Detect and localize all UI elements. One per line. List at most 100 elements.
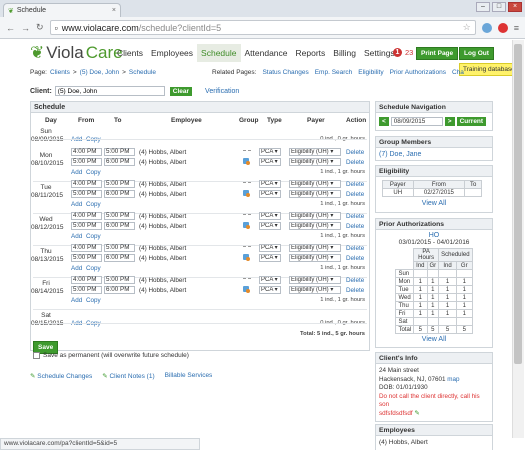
group-member-link[interactable]: (7) Doe, Jane <box>376 148 492 161</box>
delete-link[interactable]: Delete <box>346 277 364 284</box>
to-time-input[interactable]: 6:00 PM <box>104 254 135 262</box>
clear-button[interactable]: Clear <box>169 86 193 96</box>
employee-name[interactable]: (4) Hobbs, Albert <box>139 287 186 294</box>
forward-icon[interactable]: → <box>21 23 30 33</box>
add-link[interactable]: Add <box>71 169 82 176</box>
to-time-input[interactable]: 5:00 PM <box>104 148 135 156</box>
type-select[interactable]: PCA ▾ <box>259 190 281 198</box>
employee-name[interactable]: (4) Hobbs, Albert <box>139 213 186 220</box>
employee-name[interactable]: (4) Hobbs, Albert <box>139 181 186 188</box>
copy-link[interactable]: Copy <box>86 201 101 208</box>
type-select[interactable]: PCA ▾ <box>259 254 281 262</box>
delete-link[interactable]: Delete <box>346 159 364 166</box>
type-select[interactable]: PCA ▾ <box>259 148 281 156</box>
print-page-button[interactable]: Print Page <box>416 47 459 60</box>
related-prior-authorizations[interactable]: Prior Authorizations <box>390 69 446 76</box>
employee-name[interactable]: (4) Hobbs, Albert <box>139 191 186 198</box>
delete-link[interactable]: Delete <box>346 149 364 156</box>
log-out-button[interactable]: Log Out <box>459 47 494 60</box>
nav-attendance[interactable]: Attendance <box>241 44 292 62</box>
map-link[interactable]: map <box>447 376 459 383</box>
add-link[interactable]: Add <box>71 233 82 240</box>
type-select[interactable]: PCA ▾ <box>259 286 281 294</box>
type-select[interactable]: PCA ▾ <box>259 158 281 166</box>
billable-services-link[interactable]: Billable Services <box>165 372 213 380</box>
to-time-input[interactable]: 6:00 PM <box>104 286 135 294</box>
breadcrumb-schedule[interactable]: Schedule <box>129 69 156 76</box>
nav-reports[interactable]: Reports <box>292 44 330 62</box>
pencil-icon[interactable]: ✎ <box>414 410 419 417</box>
employee-name[interactable]: (4) Hobbs, Albert <box>139 277 186 284</box>
minimize-icon[interactable]: – <box>476 2 490 12</box>
delete-link[interactable]: Delete <box>346 287 364 294</box>
eligibility-view-all-link[interactable]: View All <box>422 200 446 207</box>
schedule-date-input[interactable]: 08/09/2015 <box>390 117 443 126</box>
employee-name[interactable]: (4) Hobbs, Albert <box>139 149 186 156</box>
delete-link[interactable]: Delete <box>346 191 364 198</box>
payer-select[interactable]: Eligibility (UH) ▾ <box>289 180 341 188</box>
pa-view-all-link[interactable]: View All <box>422 336 446 343</box>
save-permanent-checkbox[interactable] <box>33 352 40 359</box>
type-select[interactable]: PCA ▾ <box>259 276 281 284</box>
client-input[interactable] <box>54 86 165 96</box>
prev-week-button[interactable]: < <box>379 117 389 126</box>
to-time-input[interactable]: 5:00 PM <box>104 180 135 188</box>
delete-link[interactable]: Delete <box>346 255 364 262</box>
group-icon[interactable] <box>243 222 250 229</box>
next-week-button[interactable]: > <box>444 117 455 126</box>
extension-red-icon[interactable] <box>497 22 508 33</box>
payer-select[interactable]: Eligibility (UH) ▾ <box>289 190 341 198</box>
payer-select[interactable]: Eligibility (UH) ▾ <box>289 158 341 166</box>
from-time-input[interactable]: 4:00 PM <box>71 276 102 284</box>
from-time-input[interactable]: 5:00 PM <box>71 158 102 166</box>
breadcrumb-client[interactable]: (5) Doe, John <box>80 69 119 76</box>
copy-link[interactable]: Copy <box>86 265 101 272</box>
nav-schedule[interactable]: Schedule <box>197 44 241 62</box>
add-link[interactable]: Add <box>71 297 82 304</box>
type-select[interactable]: PCA ▾ <box>259 212 281 220</box>
current-week-button[interactable]: Current <box>456 117 487 126</box>
to-time-input[interactable]: 6:00 PM <box>104 222 135 230</box>
to-time-input[interactable]: 6:00 PM <box>104 190 135 198</box>
related-eligibility[interactable]: Eligibility <box>358 69 383 76</box>
scrollbar-thumb[interactable] <box>514 44 522 364</box>
copy-link[interactable]: Copy <box>86 297 101 304</box>
nav-billing[interactable]: Billing <box>329 44 360 62</box>
delete-link[interactable]: Delete <box>346 213 364 220</box>
payer-select[interactable]: Eligibility (UH) ▾ <box>289 286 341 294</box>
employee-name[interactable]: (4) Hobbs, Albert <box>139 245 186 252</box>
payer-select[interactable]: Eligibility (UH) ▾ <box>289 244 341 252</box>
bookmark-star-icon[interactable]: ☆ <box>463 22 471 33</box>
alerts[interactable]: 1 23 <box>393 48 413 57</box>
close-tab-icon[interactable]: × <box>112 7 116 14</box>
delete-link[interactable]: Delete <box>346 245 364 252</box>
save-permanent-row[interactable]: Save as permanent (will overwrite future… <box>33 352 189 359</box>
breadcrumb-clients[interactable]: Clients <box>50 69 70 76</box>
from-time-input[interactable]: 5:00 PM <box>71 286 102 294</box>
employee-name[interactable]: (4) Hobbs, Albert <box>139 223 186 230</box>
reload-icon[interactable]: ↻ <box>36 22 44 33</box>
payer-select[interactable]: Eligibility (UH) ▾ <box>289 222 341 230</box>
related-emp-search[interactable]: Emp. Search <box>315 69 353 76</box>
from-time-input[interactable]: 5:00 PM <box>71 254 102 262</box>
violacare-logo[interactable]: ❦ Viola Care <box>30 43 123 63</box>
back-icon[interactable]: ← <box>6 23 15 33</box>
group-icon[interactable] <box>243 286 250 293</box>
payer-select[interactable]: Eligibility (UH) ▾ <box>289 148 341 156</box>
close-window-icon[interactable]: × <box>508 2 522 12</box>
browser-tab[interactable]: ❦ Schedule × <box>3 3 121 17</box>
from-time-input[interactable]: 5:00 PM <box>71 222 102 230</box>
client-notes-link[interactable]: ✎ Client Notes (1) <box>102 372 154 380</box>
copy-link[interactable]: Copy <box>86 233 101 240</box>
add-link[interactable]: Add <box>71 201 82 208</box>
group-icon[interactable] <box>243 254 250 261</box>
related-cha[interactable]: Cha <box>452 69 464 76</box>
maximize-icon[interactable]: □ <box>492 2 506 12</box>
payer-select[interactable]: Eligibility (UH) ▾ <box>289 276 341 284</box>
extension-icon[interactable] <box>481 22 492 33</box>
payer-select[interactable]: Eligibility (UH) ▾ <box>289 254 341 262</box>
schedule-changes-link[interactable]: ✎ Schedule Changes <box>30 372 92 380</box>
type-select[interactable]: PCA ▾ <box>259 222 281 230</box>
group-icon[interactable] <box>243 190 250 197</box>
from-time-input[interactable]: 4:00 PM <box>71 148 102 156</box>
